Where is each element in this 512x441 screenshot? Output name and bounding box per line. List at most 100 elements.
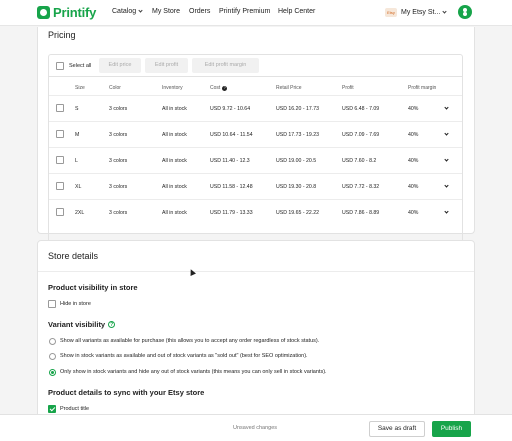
color-cell: 3 colors [109, 210, 128, 216]
color-cell: 3 colors [109, 158, 128, 164]
store-details-card: Store details Product visibility in stor… [37, 240, 475, 430]
hide-in-store-label: Hide in store [60, 301, 91, 307]
etsy-store-badge: Etsy [385, 8, 397, 17]
select-all-label: Select all [69, 63, 92, 69]
divider [38, 271, 474, 272]
column-header-profit-margin: Profit margin [408, 85, 437, 91]
nav-help-center[interactable]: Help Center [278, 8, 315, 15]
variant-visibility-label: Variant visibility [48, 320, 106, 329]
profit-margin-cell: 40% [408, 106, 419, 112]
column-header-cost: Cost? [210, 85, 228, 91]
table-row[interactable]: S 3 colors All in stock USD 9.72 - 10.64… [49, 95, 462, 121]
inventory-cell: All in stock [162, 132, 187, 138]
size-cell: M [75, 132, 80, 138]
variant-option-show-all-radio[interactable] [49, 338, 56, 345]
save-as-draft-button[interactable]: Save as draft [369, 421, 425, 437]
profit-margin-cell: 40% [408, 132, 419, 138]
column-header-size: Size [75, 85, 85, 91]
variant-option-sold-out-radio[interactable] [49, 353, 56, 360]
chevron-down-icon [442, 9, 447, 14]
product-title-label: Product title [60, 406, 90, 412]
pricing-title: Pricing [48, 30, 76, 40]
unsaved-changes-status: Unsaved changes [233, 425, 278, 431]
user-avatar-icon[interactable] [458, 5, 472, 19]
cost-header-label: Cost [210, 85, 221, 91]
chevron-down-icon[interactable] [444, 131, 449, 136]
column-header-retail-price: Retail Price [276, 85, 302, 91]
chevron-down-icon [138, 8, 143, 13]
cost-cell: USD 11.58 - 12.48 [210, 184, 253, 190]
column-header-profit: Profit [342, 85, 354, 91]
profit-cell: USD 7.72 - 8.32 [342, 184, 380, 190]
row-checkbox[interactable] [56, 208, 64, 216]
select-all-checkbox[interactable] [56, 62, 64, 70]
pricing-card: Pricing Select all Edit price Edit profi… [37, 27, 475, 247]
inventory-cell: All in stock [162, 210, 187, 216]
size-cell: 2XL [75, 210, 85, 216]
chevron-down-icon[interactable] [444, 183, 449, 188]
inventory-cell: All in stock [162, 106, 187, 112]
chevron-down-icon[interactable] [444, 157, 449, 162]
profit-cell: USD 6.48 - 7.09 [342, 106, 380, 112]
product-visibility-heading: Product visibility in store [48, 283, 138, 292]
logo-text: Printify [53, 5, 97, 20]
table-row[interactable]: L 3 colors All in stock USD 11.40 - 12.3… [49, 147, 462, 173]
cost-cell: USD 11.79 - 13.33 [210, 210, 253, 216]
color-cell: 3 colors [109, 106, 128, 112]
product-title-checkbox[interactable] [48, 405, 56, 413]
cost-cell: USD 10.64 - 11.54 [210, 132, 253, 138]
table-row[interactable]: M 3 colors All in stock USD 10.64 - 11.5… [49, 121, 462, 147]
row-checkbox[interactable] [56, 130, 64, 138]
publish-button[interactable]: Publish [432, 421, 471, 437]
nav-my-store[interactable]: My Store [152, 8, 180, 15]
printify-logo[interactable]: Printify [37, 5, 96, 20]
nav-catalog-label: Catalog [112, 8, 137, 15]
help-icon[interactable]: ? [108, 321, 116, 328]
row-checkbox[interactable] [56, 182, 64, 190]
table-row[interactable]: XL 3 colors All in stock USD 11.58 - 12.… [49, 173, 462, 199]
color-cell: 3 colors [109, 184, 128, 190]
profit-margin-cell: 40% [408, 184, 419, 190]
variant-option-show-all-label: Show all variants as available for purch… [60, 338, 320, 344]
bottom-action-bar: Unsaved changes Save as draft Publish [0, 414, 512, 441]
store-selector[interactable]: My Etsy St... [401, 9, 447, 16]
variant-option-in-stock-only-label: Only show in stock variants and hide any… [60, 369, 327, 375]
store-details-title: Store details [48, 251, 99, 261]
profit-cell: USD 7.60 - 8.2 [342, 158, 377, 164]
chevron-down-icon[interactable] [444, 105, 449, 110]
store-name: My Etsy St... [401, 9, 441, 16]
edit-profit-button[interactable]: Edit profit [145, 58, 188, 73]
variant-option-sold-out-label: Show in stock variants as available and … [60, 353, 308, 359]
chevron-down-icon[interactable] [444, 209, 449, 214]
size-cell: S [75, 106, 79, 112]
table-row[interactable]: 2XL 3 colors All in stock USD 11.79 - 13… [49, 199, 462, 225]
nav-catalog[interactable]: Catalog [112, 8, 143, 15]
color-cell: 3 colors [109, 132, 128, 138]
inventory-cell: All in stock [162, 158, 187, 164]
printify-logo-icon [37, 6, 50, 19]
top-navigation-bar: Printify Catalog My Store Orders Printif… [0, 0, 512, 26]
cost-cell: USD 9.72 - 10.64 [210, 106, 251, 112]
pricing-table: Select all Edit price Edit profit Edit p… [48, 54, 463, 247]
retail-price-cell: USD 17.73 - 19.23 [276, 132, 319, 138]
column-header-inventory: Inventory [162, 85, 183, 91]
row-checkbox[interactable] [56, 104, 64, 112]
edit-price-button[interactable]: Edit price [99, 58, 141, 73]
hide-in-store-checkbox[interactable] [48, 300, 56, 308]
pricing-toolbar: Select all Edit price Edit profit Edit p… [49, 55, 462, 77]
retail-price-cell: USD 19.65 - 22.22 [276, 210, 319, 216]
size-cell: XL [75, 184, 82, 190]
info-icon[interactable]: ? [222, 86, 228, 91]
column-header-color: Color [109, 85, 121, 91]
inventory-cell: All in stock [162, 184, 187, 190]
nav-orders[interactable]: Orders [189, 8, 210, 15]
variant-option-in-stock-only-radio[interactable] [49, 369, 56, 376]
size-cell: L [75, 158, 78, 164]
cost-cell: USD 11.40 - 12.3 [210, 158, 250, 164]
profit-cell: USD 7.09 - 7.69 [342, 132, 380, 138]
retail-price-cell: USD 19.30 - 20.8 [276, 184, 317, 190]
nav-printify-premium[interactable]: Printify Premium [219, 8, 270, 15]
row-checkbox[interactable] [56, 156, 64, 164]
sync-details-heading: Product details to sync with your Etsy s… [48, 388, 205, 397]
edit-profit-margin-button[interactable]: Edit profit margin [192, 58, 259, 73]
